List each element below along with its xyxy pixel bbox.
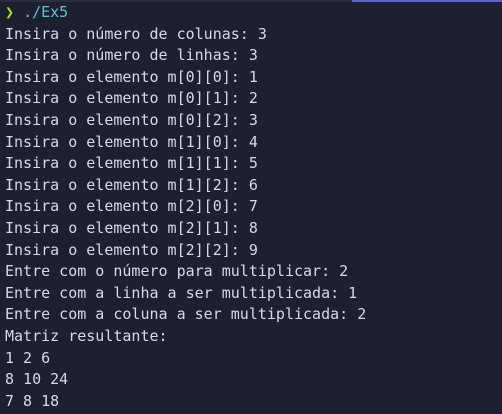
output-line: Entre com o número para multiplicar: 2: [5, 262, 349, 281]
output-line: Insira o elemento m[0][1]: 2: [5, 89, 258, 108]
prompt-arrow-icon: ❯: [5, 3, 15, 21]
output-line: Insira o elemento m[0][0]: 1: [5, 67, 258, 86]
output-line: Insira o número de colunas: 3: [5, 24, 267, 43]
terminal-output: ❯ ./Ex5 Insira o número de colunas: 3 In…: [5, 2, 502, 412]
prompt-line: ❯ ./Ex5: [5, 2, 502, 24]
matrix-row: 1 2 6: [5, 348, 51, 367]
terminal-window[interactable]: ❯ ./Ex5 Insira o número de colunas: 3 In…: [0, 0, 502, 414]
output-line: Matriz resultante:: [5, 326, 168, 345]
command-text: ./Ex5: [23, 3, 69, 21]
output-line: Entre com a linha a ser multiplicada: 1: [5, 283, 358, 302]
matrix-row: 8 10 24: [5, 370, 69, 389]
output-line: Insira o elemento m[2][2]: 9: [5, 240, 258, 259]
output-line: Insira o elemento m[2][1]: 8: [5, 218, 258, 237]
output-line: Insira o elemento m[1][2]: 6: [5, 175, 258, 194]
output-line: Insira o elemento m[2][0]: 7: [5, 197, 258, 216]
output-line: Entre com a coluna a ser multiplicada: 2: [5, 305, 367, 324]
output-line: Insira o elemento m[1][1]: 5: [5, 154, 258, 173]
output-line: Insira o elemento m[1][0]: 4: [5, 132, 258, 151]
matrix-row: 7 8 18: [5, 391, 60, 410]
output-line: Insira o número de linhas: 3: [5, 46, 258, 65]
output-line: Insira o elemento m[0][2]: 3: [5, 110, 258, 129]
